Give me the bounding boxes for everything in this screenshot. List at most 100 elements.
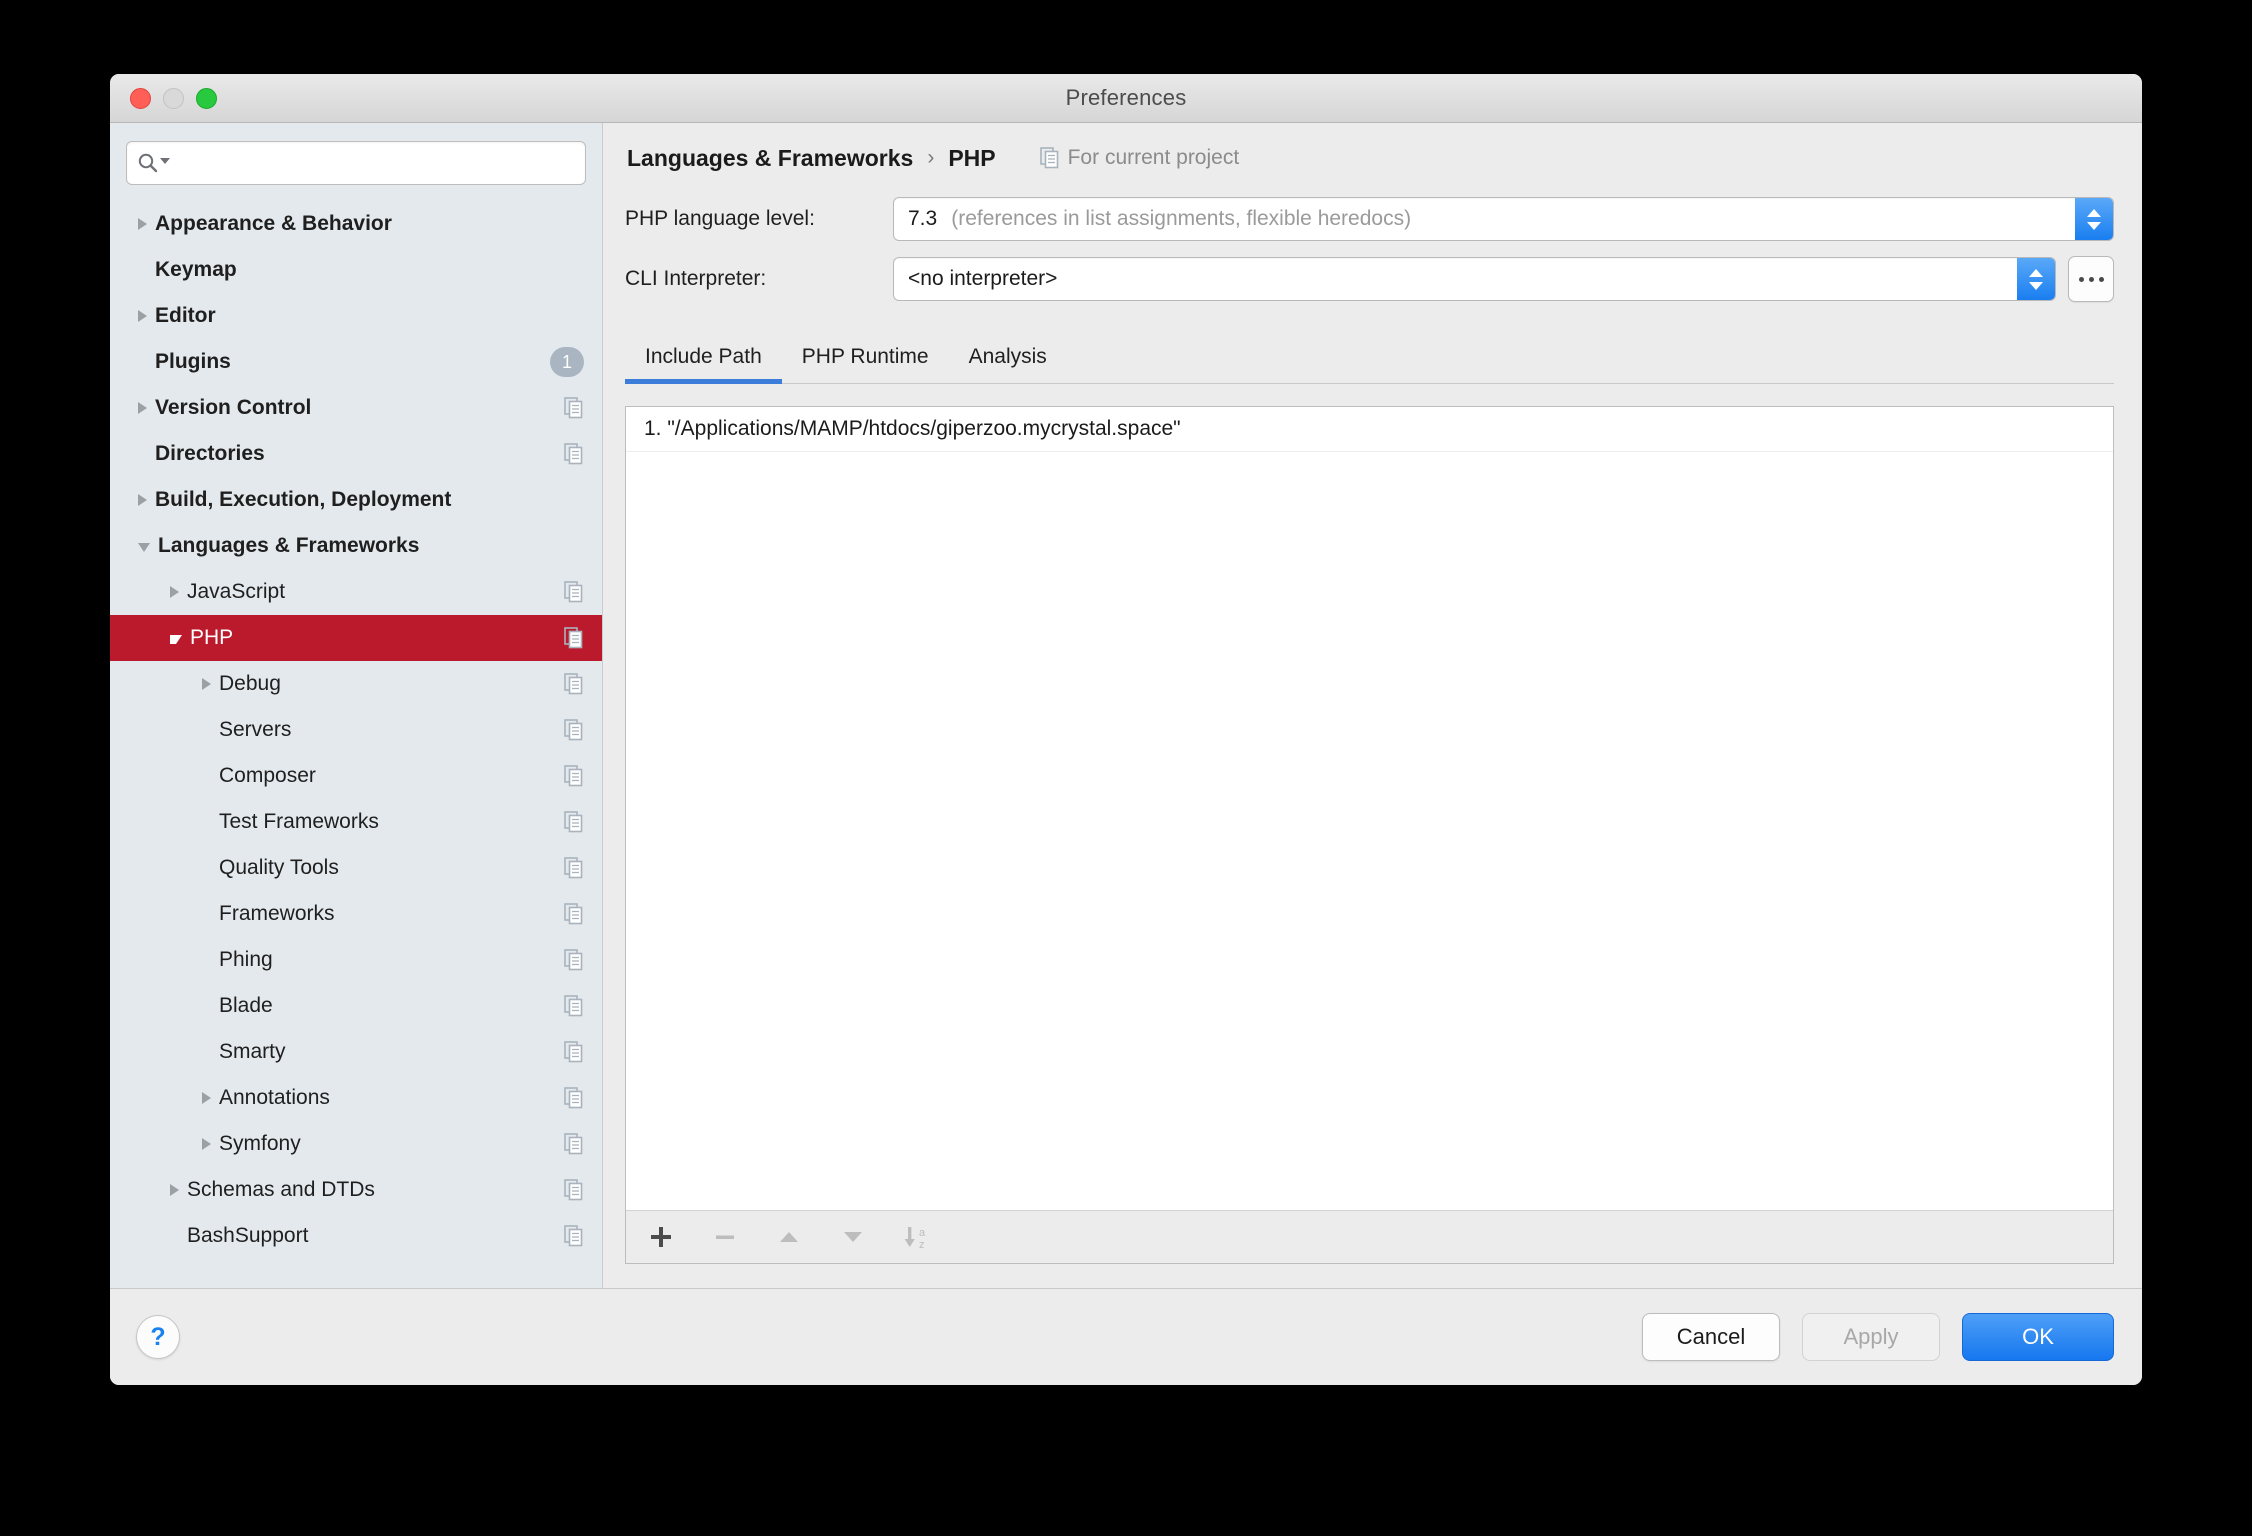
cli-interpreter-stepper[interactable] bbox=[2017, 258, 2055, 300]
include-path-list[interactable]: 1. "/Applications/MAMP/htdocs/giperzoo.m… bbox=[626, 407, 2113, 1210]
disclosure-closed-icon[interactable] bbox=[202, 1138, 211, 1150]
settings-tree[interactable]: Appearance & Behavior Keymap Editor Plugins… bbox=[110, 199, 602, 1288]
apply-button[interactable]: Apply bbox=[1802, 1313, 1940, 1361]
project-scope-icon bbox=[564, 1225, 583, 1247]
move-down-button[interactable] bbox=[838, 1222, 868, 1252]
sidebar-item-label: Debug bbox=[219, 672, 281, 695]
tab-analysis[interactable]: Analysis bbox=[949, 345, 1067, 383]
sidebar-item-languages-frameworks[interactable]: Languages & Frameworks bbox=[110, 523, 602, 569]
project-scope-icon bbox=[564, 1179, 583, 1201]
svg-text:z: z bbox=[919, 1239, 925, 1251]
tab-php-runtime[interactable]: PHP Runtime bbox=[782, 345, 949, 383]
breadcrumb-parent[interactable]: Languages & Frameworks bbox=[627, 145, 913, 172]
sidebar-item-annotations[interactable]: Annotations bbox=[110, 1075, 602, 1121]
sidebar-item-debug[interactable]: Debug bbox=[110, 661, 602, 707]
sidebar-item-label: Quality Tools bbox=[219, 856, 339, 879]
cancel-button[interactable]: Cancel bbox=[1642, 1313, 1780, 1361]
project-scope-icon bbox=[564, 719, 583, 741]
sidebar-item-directories[interactable]: Directories bbox=[110, 431, 602, 477]
php-language-level-value: 7.3 bbox=[908, 207, 938, 230]
sidebar-item-servers[interactable]: Servers bbox=[110, 707, 602, 753]
disclosure-closed-icon[interactable] bbox=[202, 678, 211, 690]
project-scope-icon bbox=[564, 673, 583, 695]
cli-interpreter-value: <no interpreter> bbox=[908, 267, 1058, 290]
sidebar-item-appearance-behavior[interactable]: Appearance & Behavior bbox=[110, 201, 602, 247]
php-settings-tabs[interactable]: Include Path PHP Runtime Analysis bbox=[625, 325, 2114, 384]
sidebar-item-label: Blade bbox=[219, 994, 273, 1017]
move-up-button[interactable] bbox=[774, 1222, 804, 1252]
sidebar-item-schemas-and-dtds[interactable]: Schemas and DTDs bbox=[110, 1167, 602, 1213]
php-language-level-stepper[interactable] bbox=[2075, 198, 2113, 240]
disclosure-closed-icon[interactable] bbox=[138, 218, 147, 230]
sidebar-item-keymap[interactable]: Keymap bbox=[110, 247, 602, 293]
disclosure-open-icon[interactable] bbox=[170, 635, 182, 644]
window-title: Preferences bbox=[1065, 85, 1187, 110]
disclosure-closed-icon[interactable] bbox=[202, 1092, 211, 1104]
cli-interpreter-browse-button[interactable] bbox=[2068, 256, 2114, 302]
project-scope-icon bbox=[564, 397, 583, 419]
sidebar-item-test-frameworks[interactable]: Test Frameworks bbox=[110, 799, 602, 845]
sidebar-item-label: Frameworks bbox=[219, 902, 335, 925]
sidebar-item-phing[interactable]: Phing bbox=[110, 937, 602, 983]
sort-alphabetically-button[interactable]: a z bbox=[902, 1222, 932, 1252]
chevron-down-icon bbox=[2029, 281, 2043, 290]
settings-sidebar: Appearance & Behavior Keymap Editor Plugins… bbox=[110, 123, 603, 1288]
cli-interpreter-row: CLI Interpreter: <no interpreter> bbox=[625, 253, 2114, 305]
sidebar-item-symfony[interactable]: Symfony bbox=[110, 1121, 602, 1167]
sidebar-item-plugins[interactable]: Plugins 1 bbox=[110, 339, 602, 385]
cli-interpreter-select[interactable]: <no interpreter> bbox=[893, 257, 2056, 301]
breadcrumb-separator-icon: › bbox=[927, 146, 935, 169]
disclosure-closed-icon[interactable] bbox=[138, 494, 147, 506]
sidebar-item-php[interactable]: PHP bbox=[110, 615, 602, 661]
sidebar-item-bashsupport[interactable]: BashSupport bbox=[110, 1213, 602, 1259]
sidebar-item-label: Test Frameworks bbox=[219, 810, 379, 833]
remove-button[interactable] bbox=[710, 1222, 740, 1252]
sidebar-item-label: Phing bbox=[219, 948, 273, 971]
ok-button[interactable]: OK bbox=[1962, 1313, 2114, 1361]
search-container bbox=[110, 123, 602, 199]
include-path-toolbar: a z bbox=[626, 1210, 2113, 1263]
sidebar-item-build-execution-deployment[interactable]: Build, Execution, Deployment bbox=[110, 477, 602, 523]
sidebar-item-blade[interactable]: Blade bbox=[110, 983, 602, 1029]
project-scope-icon bbox=[564, 765, 583, 787]
disclosure-closed-icon[interactable] bbox=[170, 586, 179, 598]
search-icon bbox=[137, 152, 159, 174]
add-button[interactable] bbox=[646, 1222, 676, 1252]
disclosure-closed-icon[interactable] bbox=[170, 1184, 179, 1196]
sidebar-item-javascript[interactable]: JavaScript bbox=[110, 569, 602, 615]
project-scope-icon bbox=[564, 1087, 583, 1109]
disclosure-open-icon[interactable] bbox=[138, 543, 150, 552]
help-button[interactable]: ? bbox=[136, 1315, 180, 1359]
tab-include-path[interactable]: Include Path bbox=[625, 345, 782, 384]
sidebar-item-smarty[interactable]: Smarty bbox=[110, 1029, 602, 1075]
php-language-level-label: PHP language level: bbox=[625, 207, 815, 230]
list-item[interactable]: 1. "/Applications/MAMP/htdocs/giperzoo.m… bbox=[626, 407, 2113, 452]
sidebar-item-composer[interactable]: Composer bbox=[110, 753, 602, 799]
sidebar-item-label: Appearance & Behavior bbox=[155, 212, 392, 235]
search-dropdown-icon[interactable] bbox=[159, 154, 171, 172]
sidebar-item-quality-tools[interactable]: Quality Tools bbox=[110, 845, 602, 891]
php-language-level-row: PHP language level: 7.3 (references in l… bbox=[625, 193, 2114, 245]
title-bar: Preferences bbox=[110, 74, 2142, 123]
disclosure-closed-icon[interactable] bbox=[138, 402, 147, 414]
sidebar-item-label: Symfony bbox=[219, 1132, 301, 1155]
preferences-window: Preferences Appearance & Behavior Keymap… bbox=[110, 74, 2142, 1385]
project-scope-icon bbox=[564, 1041, 583, 1063]
sidebar-item-version-control[interactable]: Version Control bbox=[110, 385, 602, 431]
sidebar-item-label: Smarty bbox=[219, 1040, 286, 1063]
sidebar-item-label: Annotations bbox=[219, 1086, 330, 1109]
search-input[interactable] bbox=[126, 141, 586, 185]
sidebar-item-label: Keymap bbox=[155, 258, 237, 281]
sidebar-item-frameworks[interactable]: Frameworks bbox=[110, 891, 602, 937]
sidebar-item-label: Plugins bbox=[155, 350, 231, 373]
dialog-footer: ? Cancel Apply OK bbox=[110, 1288, 2142, 1385]
project-scope-icon bbox=[564, 811, 583, 833]
sidebar-item-editor[interactable]: Editor bbox=[110, 293, 602, 339]
disclosure-closed-icon[interactable] bbox=[138, 310, 147, 322]
php-language-level-select[interactable]: 7.3 (references in list assignments, fle… bbox=[893, 197, 2114, 241]
php-language-level-note: (references in list assignments, flexibl… bbox=[951, 207, 1412, 230]
